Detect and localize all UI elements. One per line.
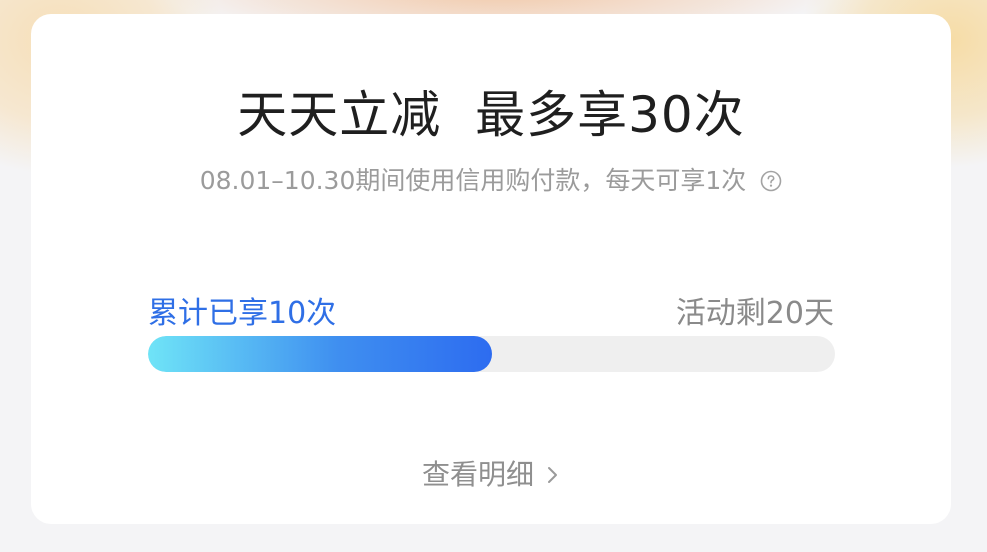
progress-labels: 累计已享10次 活动剩20天 [148, 294, 834, 334]
progress-track [148, 336, 835, 372]
chevron-right-icon [546, 458, 560, 483]
remaining-days-label: 活动剩20天 [675, 296, 834, 331]
used-count-label: 累计已享10次 [148, 296, 337, 331]
view-details-link[interactable]: 查看明细 [31, 456, 951, 494]
promo-subtitle: 08.01–10.30期间使用信用购付款，每天可享1次 [31, 164, 951, 198]
promo-title: 天天立减 最多享30次 [237, 86, 745, 144]
promo-card: 天天立减 最多享30次 08.01–10.30期间使用信用购付款，每天可享1次 … [31, 14, 951, 524]
question-circle-icon[interactable] [760, 167, 782, 192]
promo-subtitle-text: 08.01–10.30期间使用信用购付款，每天可享1次 [199, 166, 747, 195]
progress-fill [148, 336, 492, 372]
view-details-label: 查看明细 [421, 458, 534, 491]
